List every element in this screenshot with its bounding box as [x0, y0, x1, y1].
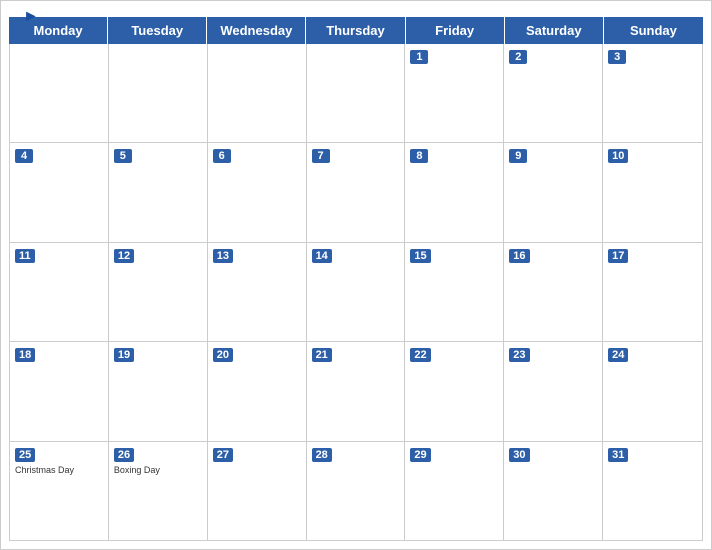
day-cell: 15: [405, 243, 504, 341]
day-cell: 23: [504, 342, 603, 440]
day-cell: 28: [307, 442, 406, 540]
day-number: 16: [509, 249, 529, 263]
day-number: 22: [410, 348, 430, 362]
day-number: 2: [509, 50, 527, 64]
day-number: 23: [509, 348, 529, 362]
day-header-tuesday: Tuesday: [108, 17, 207, 44]
day-cell: 31: [603, 442, 702, 540]
holiday-label: Christmas Day: [15, 465, 103, 476]
day-header-thursday: Thursday: [306, 17, 405, 44]
day-number: 13: [213, 249, 233, 263]
day-header-friday: Friday: [406, 17, 505, 44]
day-number: 3: [608, 50, 626, 64]
day-number: 5: [114, 149, 132, 163]
day-number: 12: [114, 249, 134, 263]
day-cell: 4: [10, 143, 109, 241]
weeks-container: 1234567891011121314151617181920212223242…: [9, 44, 703, 541]
day-cell: 5: [109, 143, 208, 241]
day-cell: 20: [208, 342, 307, 440]
day-number: 27: [213, 448, 233, 462]
day-number: 19: [114, 348, 134, 362]
day-cell: 1: [405, 44, 504, 142]
day-number: 26: [114, 448, 134, 462]
day-header-wednesday: Wednesday: [207, 17, 306, 44]
day-number: 15: [410, 249, 430, 263]
day-number: 9: [509, 149, 527, 163]
day-number: 17: [608, 249, 628, 263]
week-row-3: 11 12 13 14 15 16 17: [10, 243, 702, 342]
day-cell: 6: [208, 143, 307, 241]
day-cell: 30: [504, 442, 603, 540]
day-cell: 25 Christmas Day: [10, 442, 109, 540]
holiday-label: Boxing Day: [114, 465, 202, 476]
day-header-saturday: Saturday: [505, 17, 604, 44]
day-cell: 2: [504, 44, 603, 142]
logo: ►: [21, 9, 39, 25]
day-cell: 18: [10, 342, 109, 440]
day-number: 10: [608, 149, 628, 163]
day-number: 11: [15, 249, 35, 263]
day-headers-row: MondayTuesdayWednesdayThursdayFridaySatu…: [9, 17, 703, 44]
day-cell: 13: [208, 243, 307, 341]
day-cell: 10: [603, 143, 702, 241]
week-row-2: 4 5 6 7 8 9 10: [10, 143, 702, 242]
day-number: 29: [410, 448, 430, 462]
day-cell: 16: [504, 243, 603, 341]
logo-bird-icon: ►: [23, 9, 39, 25]
day-number: 21: [312, 348, 332, 362]
day-cell: 7: [307, 143, 406, 241]
day-cell: [307, 44, 406, 142]
day-number: 31: [608, 448, 628, 462]
day-cell: 27: [208, 442, 307, 540]
day-number: 30: [509, 448, 529, 462]
day-cell: 8: [405, 143, 504, 241]
day-cell: 11: [10, 243, 109, 341]
day-cell: 12: [109, 243, 208, 341]
day-cell: [10, 44, 109, 142]
day-cell: 19: [109, 342, 208, 440]
day-cell: 22: [405, 342, 504, 440]
day-number: 8: [410, 149, 428, 163]
calendar-header: ►: [1, 1, 711, 17]
day-number: 4: [15, 149, 33, 163]
week-row-5: 25 Christmas Day 26 Boxing Day 27 28 29 30 31: [10, 442, 702, 540]
day-cell: [208, 44, 307, 142]
day-number: 20: [213, 348, 233, 362]
day-cell: 3: [603, 44, 702, 142]
day-number: 7: [312, 149, 330, 163]
day-number: 25: [15, 448, 35, 462]
day-number: 1: [410, 50, 428, 64]
day-cell: 21: [307, 342, 406, 440]
day-cell: 29: [405, 442, 504, 540]
day-cell: 26 Boxing Day: [109, 442, 208, 540]
day-cell: [109, 44, 208, 142]
day-number: 18: [15, 348, 35, 362]
day-number: 6: [213, 149, 231, 163]
day-number: 28: [312, 448, 332, 462]
day-number: 24: [608, 348, 628, 362]
day-cell: 9: [504, 143, 603, 241]
day-cell: 14: [307, 243, 406, 341]
day-header-sunday: Sunday: [604, 17, 703, 44]
calendar-wrapper: ► MondayTuesdayWednesdayThursdayFridaySa…: [0, 0, 712, 550]
day-cell: 24: [603, 342, 702, 440]
calendar-grid: MondayTuesdayWednesdayThursdayFridaySatu…: [1, 17, 711, 549]
week-row-1: 1 2 3: [10, 44, 702, 143]
day-number: 14: [312, 249, 332, 263]
day-cell: 17: [603, 243, 702, 341]
week-row-4: 18 19 20 21 22 23 24: [10, 342, 702, 441]
